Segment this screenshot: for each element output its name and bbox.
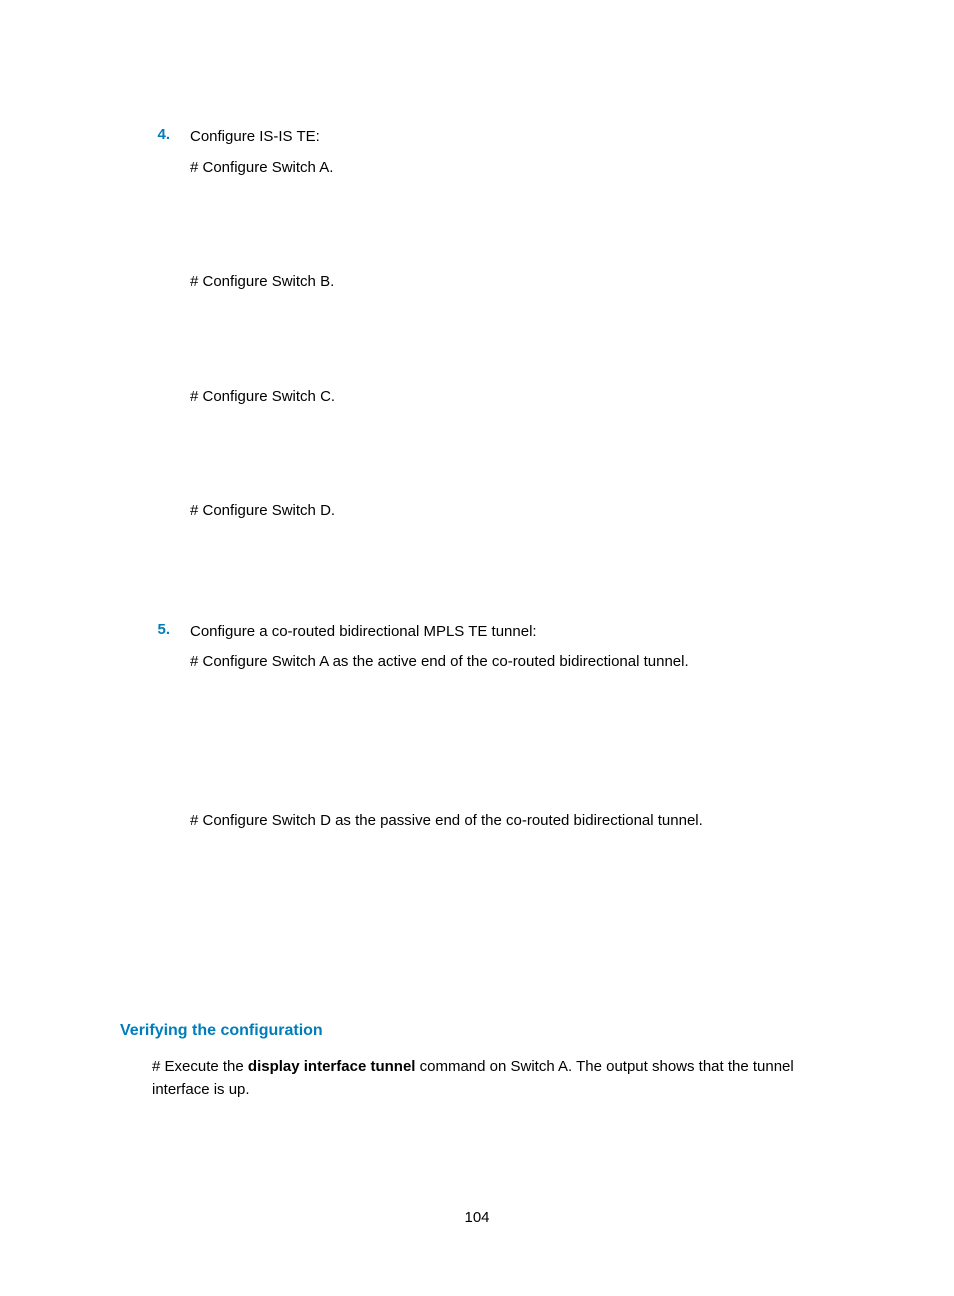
step5-switch-a: # Configure Switch A as the active end o… bbox=[190, 651, 850, 674]
step4-title: Configure IS-IS TE: bbox=[190, 126, 850, 149]
verify-heading: Verifying the configuration bbox=[120, 1022, 850, 1040]
step4-switch-d: # Configure Switch D. bbox=[190, 500, 850, 523]
verify-text-pre: # Execute the bbox=[152, 1058, 248, 1075]
verify-text: # Execute the display interface tunnel c… bbox=[152, 1056, 850, 1101]
step4-switch-c: # Configure Switch C. bbox=[190, 386, 850, 409]
verify-text-bold: display interface tunnel bbox=[248, 1058, 416, 1075]
step-number-4: 4. bbox=[120, 126, 190, 615]
step5-switch-d: # Configure Switch D as the passive end … bbox=[190, 810, 850, 833]
step4-switch-b: # Configure Switch B. bbox=[190, 271, 850, 294]
step5-title: Configure a co-routed bidirectional MPLS… bbox=[190, 621, 850, 644]
step-number-5: 5. bbox=[120, 621, 190, 969]
page-number: 104 bbox=[0, 1209, 954, 1226]
step4-switch-a: # Configure Switch A. bbox=[190, 157, 850, 180]
